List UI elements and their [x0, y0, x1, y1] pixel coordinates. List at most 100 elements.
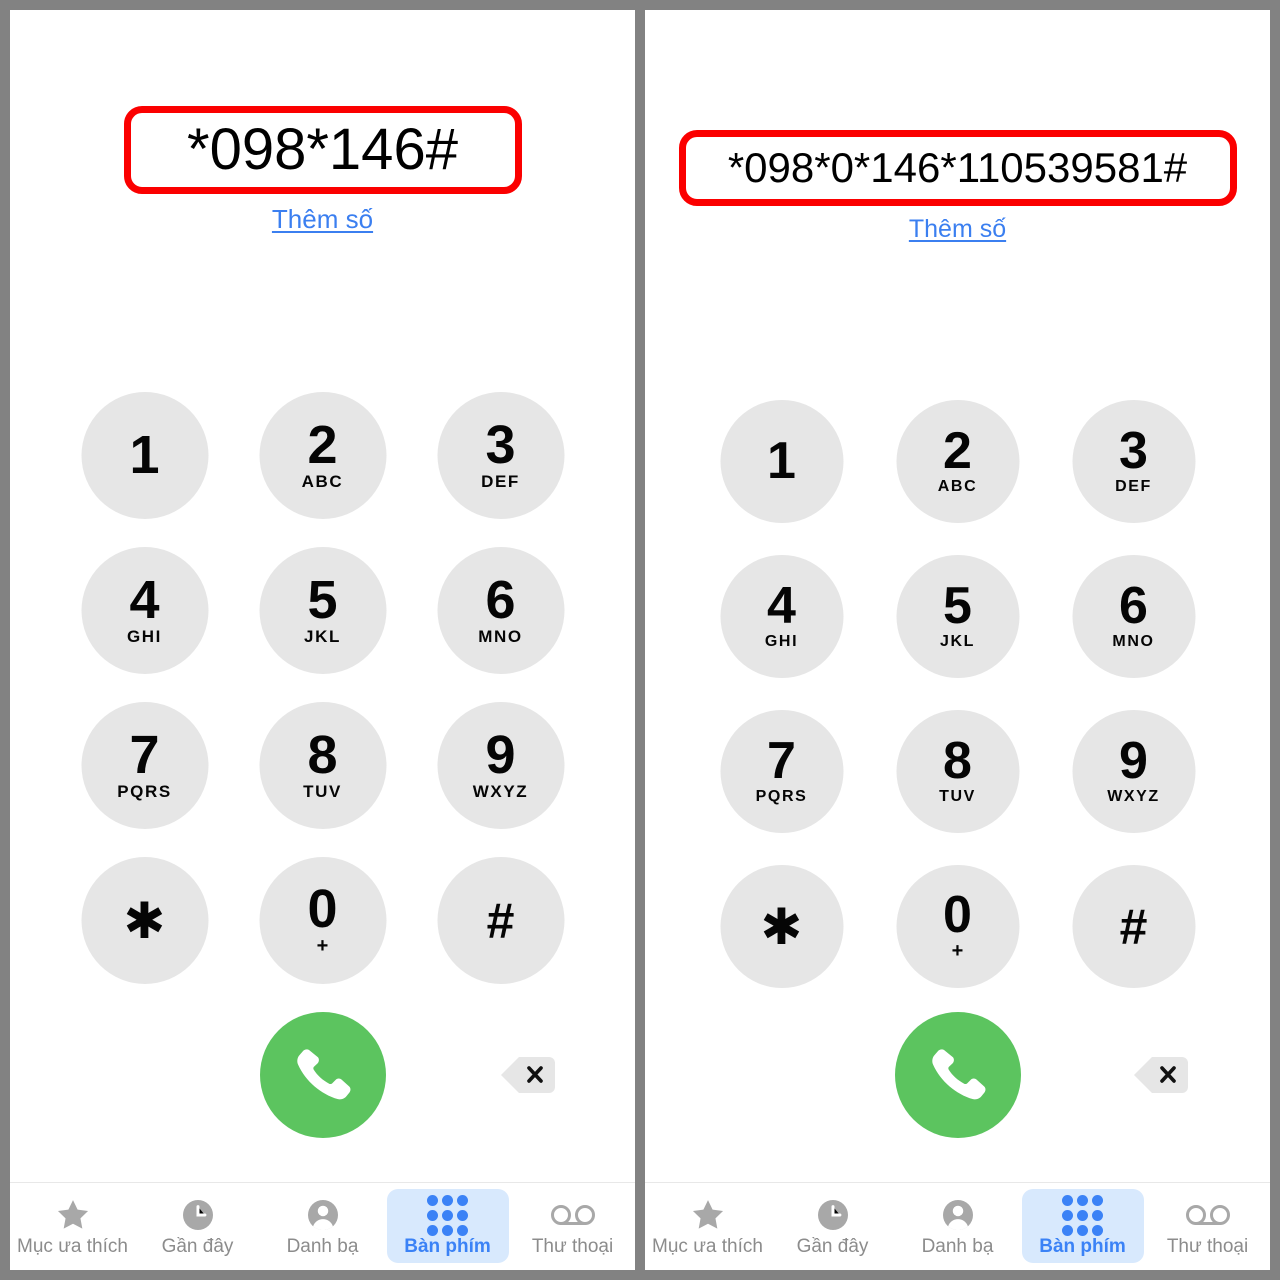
key-asterisk[interactable]: ✱	[81, 857, 208, 984]
star-icon	[54, 1195, 92, 1235]
key-digit: #	[1119, 898, 1148, 955]
voicemail-icon	[1185, 1195, 1231, 1235]
tab-label: Danh bạ	[921, 1236, 994, 1257]
dual-screenshot-frame: *098*146# Thêm số 1 2 ABC 3 DEF 4 GHI 5 …	[0, 0, 1280, 1280]
key-digit: 0	[307, 879, 338, 940]
dialpad-right: 1 2 ABC 3 DEF 4 GHI 5 JKL 6 MNO 7 PQRS 8…	[720, 400, 1195, 988]
key-digit: 8	[943, 732, 972, 791]
tabbar-right: Mục ưa thích Gần đây Danh bạ Bàn phím Th…	[645, 1182, 1270, 1270]
key-digit: 4	[129, 569, 160, 630]
key-1[interactable]: 1	[720, 400, 843, 523]
person-circle-icon	[940, 1195, 976, 1235]
tab-recents[interactable]: Gần đây	[137, 1189, 259, 1263]
key-4[interactable]: 4 GHI	[81, 547, 208, 674]
number-display-area-left: *098*146# Thêm số	[10, 106, 635, 235]
key-5[interactable]: 5 JKL	[259, 547, 386, 674]
key-digit: 8	[307, 724, 338, 785]
tab-contacts[interactable]: Danh bạ	[262, 1189, 384, 1263]
key-digit: 9	[1119, 732, 1148, 791]
key-letters: JKL	[304, 627, 341, 647]
key-letters: MNO	[478, 627, 523, 647]
tab-voicemail[interactable]: Thư thoại	[1147, 1189, 1269, 1263]
delete-button[interactable]	[499, 1054, 557, 1096]
key-digit: #	[486, 892, 515, 949]
tab-label: Bàn phím	[404, 1236, 491, 1257]
tab-label: Thư thoại	[1166, 1236, 1249, 1257]
add-number-link-right[interactable]: Thêm số	[909, 215, 1006, 244]
tab-voicemail[interactable]: Thư thoại	[512, 1189, 634, 1263]
phone-screen-right: *098*0*146*110539581# Thêm số 1 2 ABC 3 …	[645, 10, 1270, 1270]
call-button[interactable]	[894, 1012, 1021, 1138]
key-3[interactable]: 3 DEF	[1072, 400, 1195, 523]
key-4[interactable]: 4 GHI	[720, 555, 843, 678]
number-display-area-right: *098*0*146*110539581# Thêm số	[645, 130, 1270, 244]
voicemail-icon	[550, 1195, 596, 1235]
tabbar-left: Mục ưa thích Gần đây Danh bạ Bàn phím Th…	[10, 1182, 635, 1270]
tab-favorites[interactable]: Mục ưa thích	[647, 1189, 769, 1263]
phone-handset-icon	[927, 1044, 989, 1106]
phone-screen-left: *098*146# Thêm số 1 2 ABC 3 DEF 4 GHI 5 …	[10, 10, 635, 1270]
key-6[interactable]: 6 MNO	[437, 547, 564, 674]
key-letters: ABC	[301, 472, 344, 492]
key-8[interactable]: 8 TUV	[259, 702, 386, 829]
key-digit: 1	[129, 424, 160, 485]
key-digit: 7	[129, 724, 160, 785]
key-digit: ✱	[760, 898, 803, 955]
clock-icon	[815, 1195, 851, 1235]
key-5[interactable]: 5 JKL	[896, 555, 1019, 678]
tab-contacts[interactable]: Danh bạ	[897, 1189, 1019, 1263]
add-number-link-left[interactable]: Thêm số	[272, 204, 373, 235]
tab-label: Mục ưa thích	[652, 1236, 763, 1257]
key-hash[interactable]: #	[1072, 865, 1195, 988]
key-9[interactable]: 9 WXYZ	[437, 702, 564, 829]
key-letters: ABC	[937, 477, 978, 495]
key-digit: 0	[943, 886, 972, 945]
key-0[interactable]: 0 +	[896, 865, 1019, 988]
key-hash[interactable]: #	[437, 857, 564, 984]
key-7[interactable]: 7 PQRS	[720, 710, 843, 833]
key-letters: GHI	[764, 632, 799, 650]
key-letters: MNO	[1112, 632, 1155, 650]
dialed-number-left: *098*146#	[187, 117, 458, 182]
tab-keypad[interactable]: Bàn phím	[386, 1189, 509, 1263]
key-asterisk[interactable]: ✱	[720, 865, 843, 988]
tab-label: Danh bạ	[286, 1236, 359, 1257]
keypad-dots-icon	[427, 1194, 468, 1236]
key-digit: 6	[1119, 577, 1148, 636]
tab-label: Bàn phím	[1039, 1236, 1126, 1257]
clock-icon	[180, 1195, 216, 1235]
key-digit: 3	[485, 414, 516, 475]
keypad-dots-icon	[1062, 1194, 1103, 1236]
action-row-right	[645, 1012, 1270, 1138]
key-0[interactable]: 0 +	[259, 857, 386, 984]
dialed-number-right: *098*0*146*110539581#	[727, 144, 1188, 191]
delete-button[interactable]	[1132, 1054, 1190, 1096]
tab-favorites[interactable]: Mục ưa thích	[12, 1189, 134, 1263]
key-letters: WXYZ	[1107, 787, 1160, 805]
tab-recents[interactable]: Gần đây	[772, 1189, 894, 1263]
tab-label: Mục ưa thích	[17, 1236, 128, 1257]
key-8[interactable]: 8 TUV	[896, 710, 1019, 833]
key-digit: 1	[767, 431, 796, 490]
action-row-left	[10, 1012, 635, 1138]
key-digit: ✱	[123, 892, 166, 949]
key-7[interactable]: 7 PQRS	[81, 702, 208, 829]
key-2[interactable]: 2 ABC	[259, 392, 386, 519]
key-3[interactable]: 3 DEF	[437, 392, 564, 519]
key-digit: 3	[1119, 422, 1148, 481]
key-2[interactable]: 2 ABC	[896, 400, 1019, 523]
key-digit: 6	[485, 569, 516, 630]
key-9[interactable]: 9 WXYZ	[1072, 710, 1195, 833]
key-letters: DEF	[481, 472, 520, 492]
key-6[interactable]: 6 MNO	[1072, 555, 1195, 678]
key-1[interactable]: 1	[81, 392, 208, 519]
tab-label: Gần đây	[161, 1236, 234, 1257]
tab-label: Gần đây	[796, 1236, 869, 1257]
key-letters: +	[316, 934, 329, 957]
tab-keypad[interactable]: Bàn phím	[1021, 1189, 1144, 1263]
tab-label: Thư thoại	[531, 1236, 614, 1257]
key-digit: 2	[943, 422, 972, 481]
key-digit: 7	[767, 732, 796, 791]
key-letters: PQRS	[117, 782, 172, 802]
call-button[interactable]	[259, 1012, 386, 1138]
